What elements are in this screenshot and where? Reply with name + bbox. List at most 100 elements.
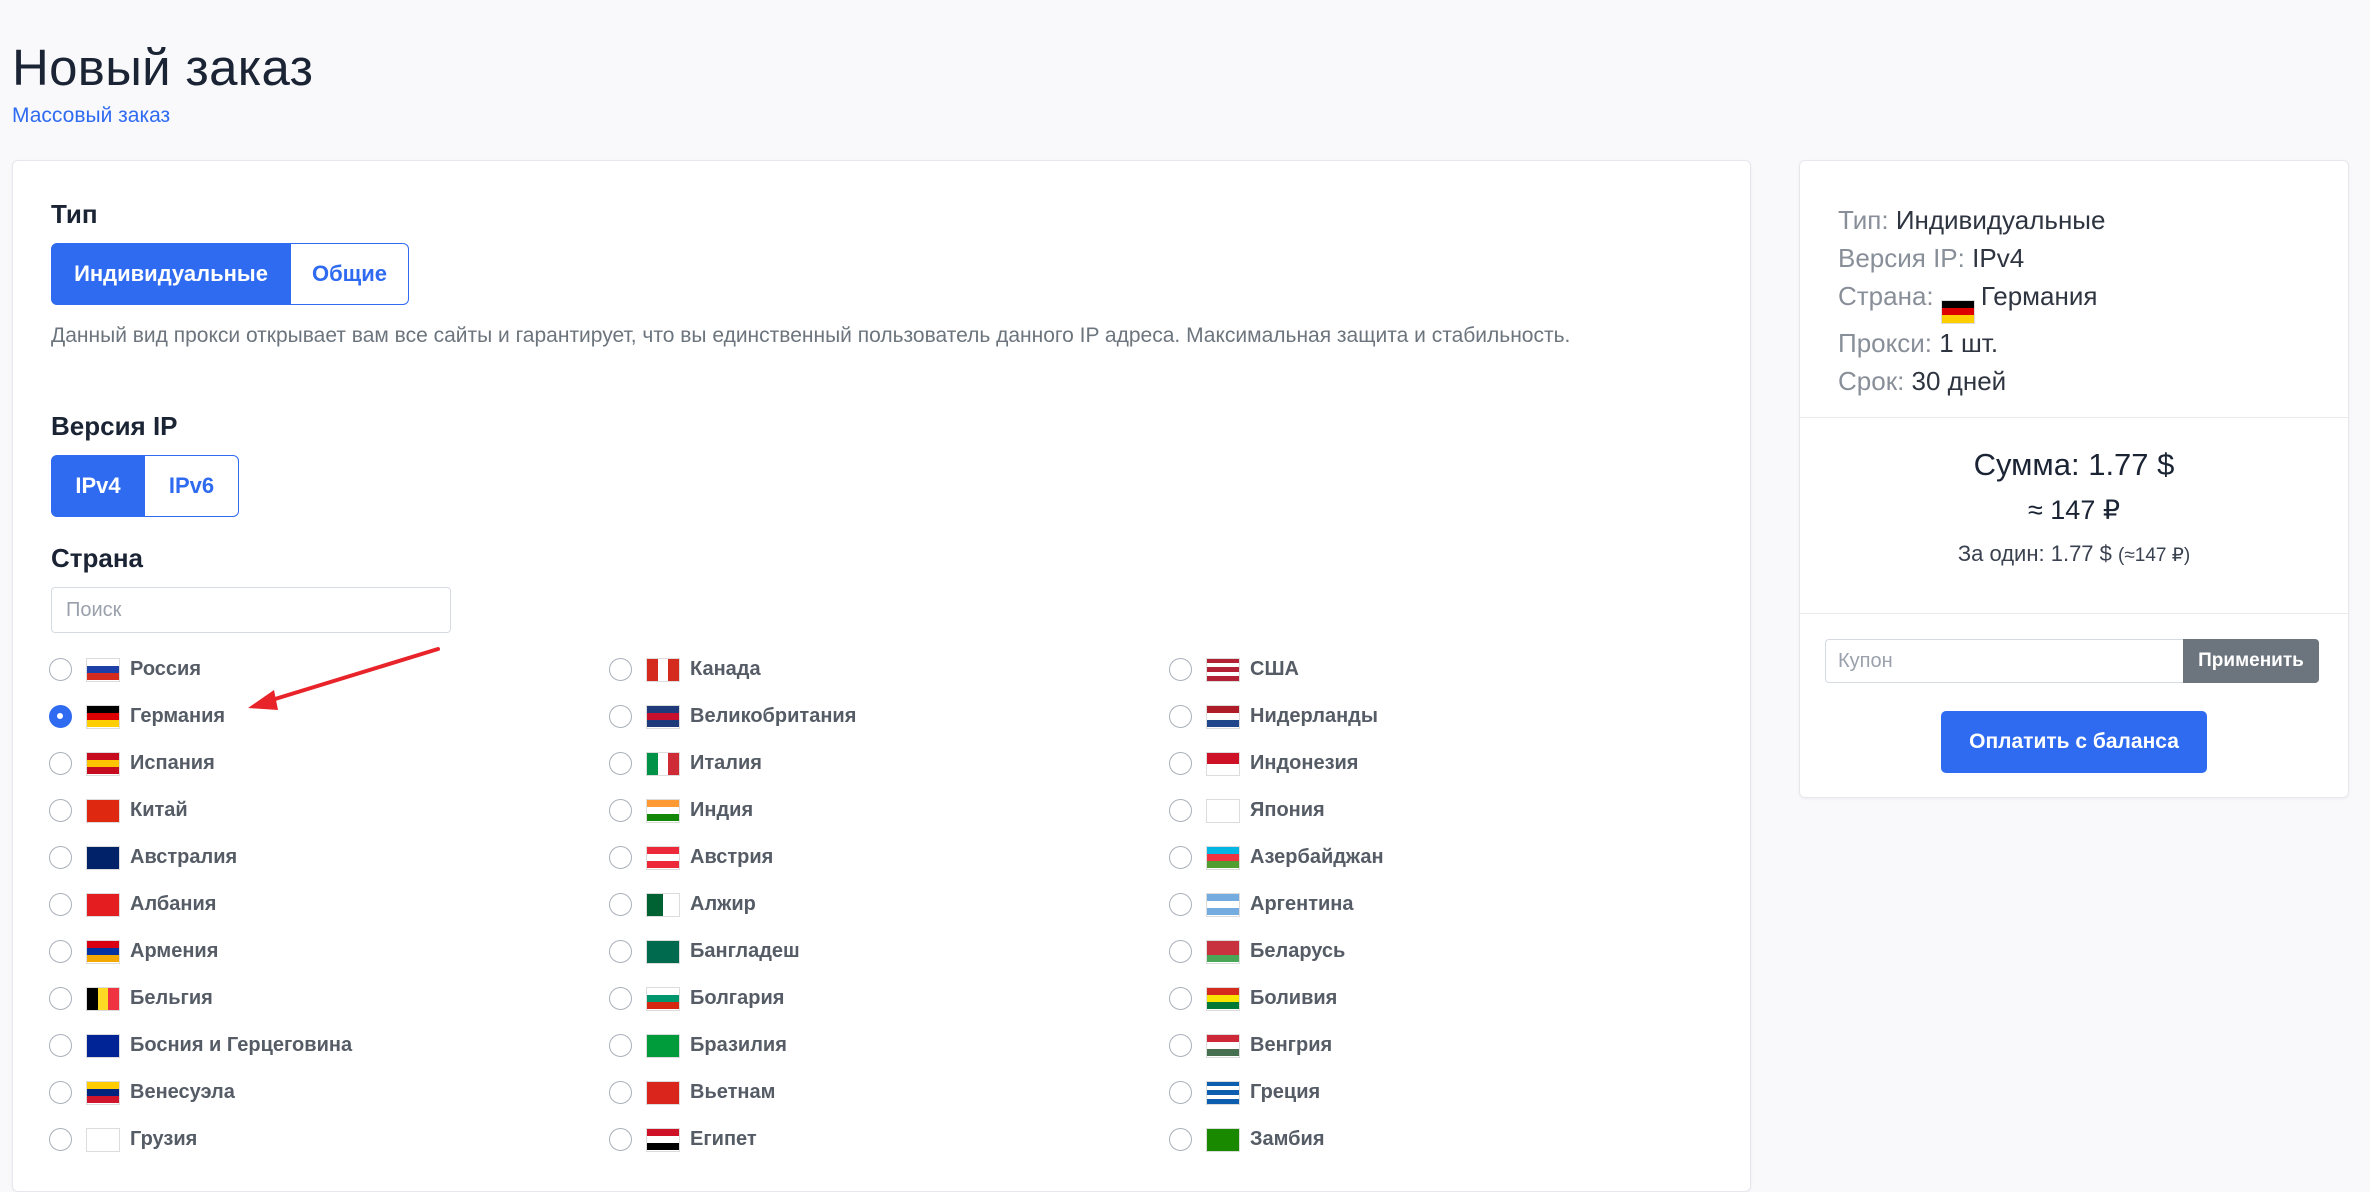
country-radio[interactable] [609,893,632,916]
country-option[interactable]: Замбия [1169,1127,1729,1152]
country-name: Россия [130,658,202,680]
country-option[interactable]: Босния и Герцеговина [49,1033,609,1058]
flag-icon [646,751,680,776]
country-radio[interactable] [1169,752,1192,775]
coupon-input[interactable] [1825,639,2183,683]
country-name: Греция [1250,1081,1321,1103]
type-individual-button[interactable]: Индивидуальные [51,243,291,305]
country-option[interactable]: Бельгия [49,986,609,1011]
summary-label: Тип: [1838,205,1889,235]
country-option[interactable]: Азербайджан [1169,845,1729,870]
ipv4-button[interactable]: IPv4 [51,455,145,517]
country-radio[interactable] [609,1128,632,1151]
country-name: Вьетнам [690,1081,776,1103]
country-radio[interactable] [49,799,72,822]
flag-icon [86,657,120,682]
flag-icon [1206,939,1240,964]
country-radio[interactable] [1169,799,1192,822]
country-radio[interactable] [49,658,72,681]
country-option[interactable]: Великобритания [609,704,1169,729]
country-radio[interactable] [609,846,632,869]
country-name: Боливия [1250,987,1338,1009]
flag-icon [1940,299,1975,324]
country-radio[interactable] [1169,658,1192,681]
country-option[interactable]: Канада [609,657,1169,682]
country-radio[interactable] [1169,987,1192,1010]
country-option[interactable]: Египет [609,1127,1169,1152]
country-name: Австрия [690,846,774,868]
country-radio[interactable] [1169,1081,1192,1104]
country-radio[interactable] [49,1034,72,1057]
country-option[interactable]: Венесуэла [49,1080,609,1105]
country-option[interactable]: Италия [609,751,1169,776]
country-radio[interactable] [609,705,632,728]
country-option[interactable]: Алжир [609,892,1169,917]
country-radio[interactable] [49,1128,72,1151]
country-option[interactable]: Бразилия [609,1033,1169,1058]
order-summary: Тип: Индивидуальные Версия IP: IPv4 Страна… [1838,201,2105,400]
flag-icon [1206,986,1240,1011]
flag-icon [86,798,120,823]
country-option[interactable]: Албания [49,892,609,917]
country-option[interactable]: Нидерланды [1169,704,1729,729]
country-radio[interactable] [49,987,72,1010]
country-radio[interactable] [49,705,72,728]
country-radio[interactable] [609,658,632,681]
country-name: Беларусь [1250,940,1346,962]
country-option[interactable]: Китай [49,798,609,823]
country-radio[interactable] [609,987,632,1010]
country-radio[interactable] [1169,705,1192,728]
country-option[interactable]: США [1169,657,1729,682]
country-radio[interactable] [49,893,72,916]
bulk-order-link[interactable]: Массовый заказ [12,104,170,128]
country-radio[interactable] [49,752,72,775]
country-radio[interactable] [1169,1128,1192,1151]
country-row: Венесуэла Вьетнам Греция [49,1069,1729,1116]
country-radio[interactable] [609,1034,632,1057]
country-name: Италия [690,752,762,774]
summary-value: IPv4 [1972,243,2025,273]
country-option[interactable]: Испания [49,751,609,776]
country-radio[interactable] [609,752,632,775]
flag-icon [86,1033,120,1058]
country-name: Алжир [690,893,756,915]
country-option[interactable]: Австрия [609,845,1169,870]
country-option[interactable]: Япония [1169,798,1729,823]
country-radio[interactable] [1169,1034,1192,1057]
country-radio[interactable] [49,940,72,963]
country-option[interactable]: Бангладеш [609,939,1169,964]
country-radio[interactable] [1169,893,1192,916]
flag-icon [86,704,120,729]
summary-label: Прокси: [1838,327,1933,358]
country-option[interactable]: Индонезия [1169,751,1729,776]
country-option[interactable]: Беларусь [1169,939,1729,964]
country-name: Япония [1250,799,1325,821]
country-option[interactable]: Армения [49,939,609,964]
country-option[interactable]: Болгария [609,986,1169,1011]
ipv6-button[interactable]: IPv6 [145,455,239,517]
country-option[interactable]: Вьетнам [609,1080,1169,1105]
type-shared-button[interactable]: Общие [291,243,409,305]
country-row: Грузия Египет Замбия [49,1116,1729,1163]
country-radio[interactable] [609,1081,632,1104]
pay-from-balance-button[interactable]: Оплатить с баланса [1941,711,2207,773]
country-radio[interactable] [609,799,632,822]
country-radio[interactable] [609,940,632,963]
country-option[interactable]: Венгрия [1169,1033,1729,1058]
apply-coupon-button[interactable]: Применить [2183,639,2319,683]
summary-value: Индивидуальные [1895,205,2106,235]
country-search-input[interactable] [51,587,451,633]
country-option[interactable]: Грузия [49,1127,609,1152]
country-name: Грузия [130,1128,198,1150]
country-option[interactable]: Австралия [49,845,609,870]
country-option[interactable]: Индия [609,798,1169,823]
country-option[interactable]: Греция [1169,1080,1729,1105]
country-option[interactable]: Аргентина [1169,892,1729,917]
country-radio[interactable] [1169,846,1192,869]
summary-label: Страна: [1838,281,1934,311]
country-radio[interactable] [1169,940,1192,963]
country-radio[interactable] [49,1081,72,1104]
country-radio[interactable] [49,846,72,869]
country-option[interactable]: Боливия [1169,986,1729,1011]
country-label: Страна [51,543,144,573]
